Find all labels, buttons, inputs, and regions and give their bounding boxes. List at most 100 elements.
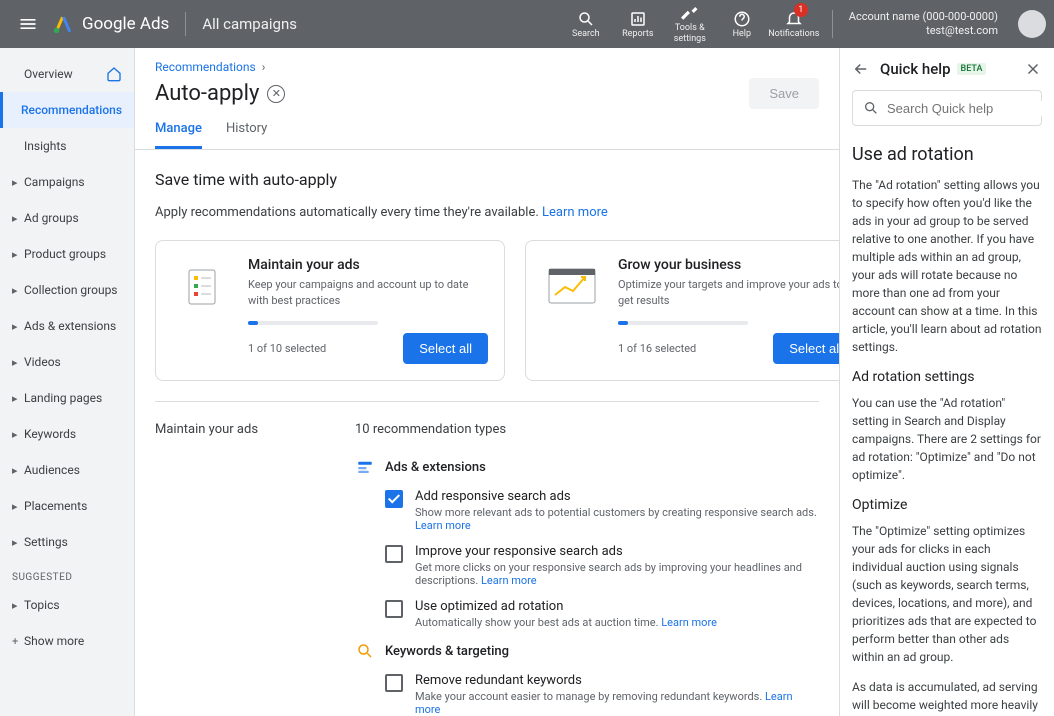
chevron-right-icon: ▸ [12, 320, 24, 333]
section-subtitle: Apply recommendations automatically ever… [155, 205, 819, 220]
close-icon[interactable]: ✕ [267, 85, 285, 103]
sidebar-item-ads-extensions[interactable]: ▸Ads & extensions [0, 308, 134, 344]
progress-bar [248, 321, 378, 325]
search-icon [577, 9, 595, 29]
group-header: Ads & extensions [355, 457, 819, 477]
sidebar-item-keywords[interactable]: ▸Keywords [0, 416, 134, 452]
sidebar-item-videos[interactable]: ▸Videos [0, 344, 134, 380]
breadcrumb: Recommendations › [135, 48, 839, 74]
sidebar-item-label: Product groups [24, 247, 122, 261]
recommendation-count: 10 recommendation types [355, 422, 819, 437]
card-title: Grow your business [618, 257, 839, 273]
plus-icon: + [12, 635, 24, 648]
selection-count: 1 of 10 selected [248, 342, 403, 355]
group-header: Keywords & targeting [355, 641, 819, 661]
checkbox[interactable] [385, 490, 403, 508]
help-search-input[interactable] [887, 101, 1054, 116]
sidebar-item-label: Insights [24, 139, 122, 153]
select-all-button[interactable]: Select all [773, 333, 839, 364]
help-icon [733, 9, 751, 29]
chevron-right-icon: ▸ [12, 464, 24, 477]
sidebar-item-label: Ads & extensions [24, 319, 122, 333]
learn-more-link[interactable]: Learn more [481, 574, 537, 587]
sidebar-item-recommendations[interactable]: Recommendations [0, 92, 134, 128]
recommendation-item: Use optimized ad rotation Automatically s… [385, 599, 819, 629]
sidebar-item-label: Landing pages [24, 391, 122, 405]
breadcrumb-link[interactable]: Recommendations [155, 60, 256, 74]
search-icon [863, 100, 879, 116]
learn-more-link[interactable]: Learn more [542, 205, 608, 220]
search-button[interactable]: Search [560, 0, 612, 48]
tab-history[interactable]: History [226, 121, 267, 149]
learn-more-link[interactable]: Learn more [415, 519, 471, 532]
chevron-right-icon: ▸ [12, 599, 24, 612]
sidebar-item-overview[interactable]: Overview [0, 56, 134, 92]
context-selector[interactable]: All campaigns [202, 15, 297, 33]
reports-button[interactable]: Reports [612, 0, 664, 48]
learn-more-link[interactable]: Learn more [415, 690, 793, 716]
page-title: Auto-apply ✕ [155, 81, 749, 106]
chevron-right-icon: ▸ [12, 392, 24, 405]
chevron-right-icon: ▸ [12, 176, 24, 189]
group-title: Ads & extensions [385, 460, 486, 475]
sidebar-item-landing-pages[interactable]: ▸Landing pages [0, 380, 134, 416]
extensions-icon [355, 457, 375, 477]
sidebar-item-placements[interactable]: ▸Placements [0, 488, 134, 524]
chevron-right-icon: ▸ [12, 536, 24, 549]
sidebar-item-settings[interactable]: ▸Settings [0, 524, 134, 560]
help-search[interactable] [852, 90, 1042, 126]
recommendation-item: Improve your responsive search adsGet mo… [385, 544, 819, 587]
learn-more-link[interactable]: Learn more [661, 616, 717, 629]
sidebar-item-campaigns[interactable]: ▸Campaigns [0, 164, 134, 200]
logo[interactable]: Google Ads [52, 13, 169, 35]
sidebar-item-product-groups[interactable]: ▸Product groups [0, 236, 134, 272]
tab-manage[interactable]: Manage [155, 121, 202, 149]
sidebar-item-topics[interactable]: ▸Topics [0, 587, 134, 623]
help-title: Quick help BETA [880, 60, 1014, 78]
account-name: Account name (000-000-0000) [849, 10, 998, 24]
select-all-button[interactable]: Select all [403, 333, 488, 364]
chevron-right-icon: ▸ [12, 500, 24, 513]
checkbox[interactable] [385, 545, 403, 563]
account-info[interactable]: Account name (000-000-0000) test@test.co… [832, 10, 998, 38]
account-email: test@test.com [849, 24, 998, 38]
card-description: Optimize your targets and improve your a… [618, 277, 839, 309]
sidebar-item-label: Videos [24, 355, 122, 369]
chevron-right-icon: ▸ [12, 212, 24, 225]
sidebar-item-collection-groups[interactable]: ▸Collection groups [0, 272, 134, 308]
chevron-right-icon: ▸ [12, 284, 24, 297]
card-description: Keep your campaigns and account up to da… [248, 277, 488, 309]
card-illustration [542, 257, 602, 317]
avatar[interactable] [1018, 10, 1046, 38]
sidebar-item-label: Overview [24, 67, 106, 81]
tabs: Manage History [135, 109, 839, 150]
sidebar-item-label: Campaigns [24, 175, 122, 189]
close-help-icon[interactable] [1024, 60, 1042, 78]
sidebar-item-label: Recommendations [21, 103, 122, 117]
hamburger-menu[interactable] [8, 4, 48, 44]
notification-badge: 1 [794, 3, 808, 17]
recommendation-title: Use optimized ad rotation [415, 599, 819, 614]
checkbox[interactable] [385, 674, 403, 692]
save-button[interactable]: Save [749, 78, 819, 109]
sidebar-item-label: Placements [24, 499, 122, 513]
card-title: Maintain your ads [248, 257, 488, 273]
sidebar-item-ad-groups[interactable]: ▸Ad groups [0, 200, 134, 236]
main-content: Recommendations › Auto-apply ✕ Save Mana… [135, 48, 839, 716]
checkbox[interactable] [385, 600, 403, 618]
back-icon[interactable] [852, 60, 870, 78]
recommendation-description: Automatically show your best ads at auct… [415, 616, 819, 629]
tools-button[interactable]: Tools & settings [664, 0, 716, 48]
sidebar-item-insights[interactable]: Insights [0, 128, 134, 164]
top-bar: Google Ads All campaigns Search Reports … [0, 0, 1054, 48]
recommendation-item: Add responsive search adsShow more relev… [385, 489, 819, 532]
chevron-right-icon: ▸ [12, 248, 24, 261]
help-button[interactable]: Help [716, 0, 768, 48]
notifications-button[interactable]: 1 Notifications [768, 0, 820, 48]
recommendation-title: Remove redundant keywords [415, 673, 819, 688]
recommendation-title: Improve your responsive search ads [415, 544, 819, 559]
product-name: Google Ads [82, 14, 169, 34]
sidebar-item-show-more[interactable]: +Show more [0, 623, 134, 659]
sidebar-item-audiences[interactable]: ▸Audiences [0, 452, 134, 488]
sidebar-suggested-header: SUGGESTED [0, 560, 134, 587]
